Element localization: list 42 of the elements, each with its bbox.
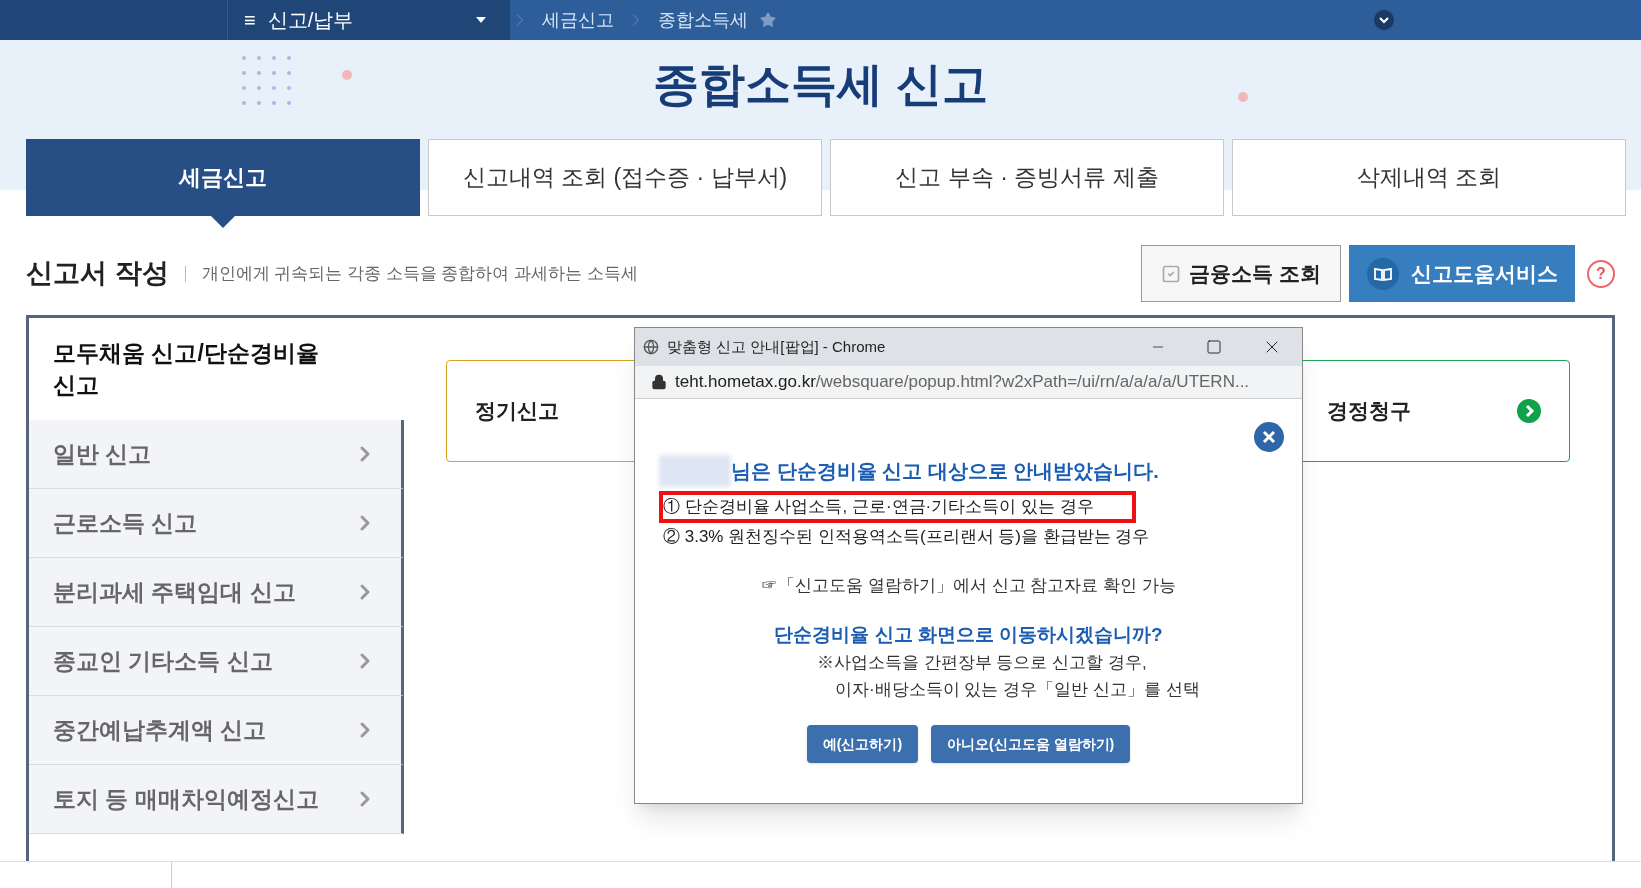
tab[interactable]: 세금신고 (26, 139, 420, 216)
sidebar-item[interactable]: 토지 등 매매차익예정신고 (29, 765, 404, 834)
page-title: 종합소득세 신고 (653, 57, 988, 112)
redacted-name (659, 455, 731, 487)
tab-pointer-icon (211, 216, 235, 228)
popup-button[interactable]: 예(신고하기) (806, 725, 919, 763)
condition-text: ① 단순경비율 사업소득, 근로·연금·기타소득이 있는 경우 (659, 491, 1136, 523)
dropdown-caret-icon (476, 17, 486, 23)
globe-icon (643, 339, 659, 355)
popup-heading: 님은 단순경비율 신고 대상으로 안내받았습니다. (731, 459, 1159, 484)
checkbox-icon (1161, 263, 1182, 284)
breadcrumb-link[interactable]: 세금신고 (530, 6, 626, 34)
note-text: 이자·배당소득이 있는 경우「일반 신고」를 선택 (835, 679, 1201, 701)
filing-help-button[interactable]: 신고도움서비스 (1349, 245, 1575, 302)
section-description: 개인에게 귀속되는 각종 소득을 종합하여 과세하는 소득세 (201, 262, 638, 285)
menu-dropdown[interactable]: ≡ 신고/납부 (227, 0, 510, 40)
decorative-dot-icon (1238, 92, 1248, 102)
confirmation-question: 단순경비율 신고 화면으로 이동하시겠습니까? (773, 622, 1164, 647)
sidebar-item[interactable]: 분리과세 주택임대 신고 (29, 558, 404, 627)
expand-icon[interactable] (1374, 10, 1394, 30)
favorite-star-icon[interactable] (760, 12, 776, 28)
lock-icon (651, 374, 667, 390)
tab[interactable]: 신고 부속 · 증빙서류 제출 (830, 139, 1224, 216)
sidebar-item[interactable]: 근로소득 신고 (29, 489, 404, 558)
sidebar-item[interactable]: 종교인 기타소득 신고 (29, 627, 404, 696)
book-icon (1366, 257, 1399, 290)
section-title: 신고서 작성 (26, 257, 169, 291)
decorative-dot-icon (342, 70, 352, 80)
breadcrumb-link[interactable]: 종합소득세 (646, 6, 760, 34)
tab[interactable]: 신고내역 조회 (접수증 · 납부서) (428, 139, 822, 216)
close-button[interactable] (1254, 422, 1284, 452)
note-text: ※사업소득을 간편장부 등으로 신고할 경우, (817, 652, 1148, 674)
maximize-icon[interactable] (1206, 339, 1222, 355)
sidebar-item[interactable]: 일반 신고 (29, 420, 404, 489)
financial-income-button[interactable]: 금융소득 조회 (1141, 245, 1341, 302)
window-title: 맞춤형 신고 안내[팝업] - Chrome (667, 336, 886, 357)
sidebar-item[interactable]: 중간예납추계액 신고 (29, 696, 404, 765)
tab[interactable]: 삭제내역 조회 (1232, 139, 1626, 216)
help-icon[interactable]: ? (1587, 259, 1615, 288)
popup-button[interactable]: 아니오(신고도움 열람하기) (931, 725, 1131, 763)
condition-text: ② 3.3% 원천징수된 인적용역소득(프리랜서 등)을 환급받는 경우 (663, 526, 1151, 548)
hint-text: ☞「신고도움 열람하기」에서 신고 참고자료 확인 가능 (760, 575, 1177, 597)
